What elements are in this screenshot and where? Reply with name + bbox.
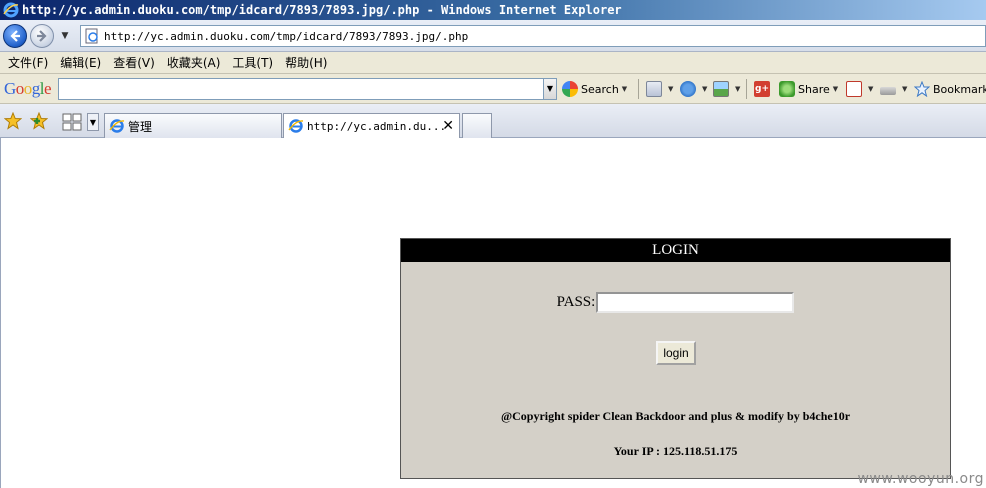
internet-explorer-icon: [288, 119, 304, 133]
recent-pages-dropdown[interactable]: ▼: [58, 29, 72, 43]
menu-file[interactable]: 文件(F): [4, 53, 56, 73]
favorites-star-icon[interactable]: [4, 112, 22, 130]
page-info-button[interactable]: ▼: [646, 80, 673, 98]
page-icon: [85, 28, 98, 44]
picture-icon: [713, 81, 729, 97]
menu-favorites[interactable]: 收藏夹(A): [163, 53, 229, 73]
tab-list-dropdown[interactable]: ▼: [87, 113, 99, 131]
chevron-down-icon: ▼: [902, 85, 908, 93]
new-tab-button[interactable]: [462, 113, 492, 138]
bookmarks-button[interactable]: Bookmarks: [914, 80, 986, 98]
toolbar-divider: [746, 79, 747, 99]
quick-tabs-icon[interactable]: [62, 113, 82, 131]
login-panel: LOGIN PASS: login @Copyright spider Clea…: [400, 238, 951, 479]
tab-current-page[interactable]: http://yc.admin.du... ✕: [283, 113, 460, 138]
menu-tools[interactable]: 工具(T): [228, 53, 281, 73]
menu-edit[interactable]: 编辑(E): [56, 53, 109, 73]
more-button[interactable]: ▼: [880, 80, 907, 98]
chevron-down-icon: ▼: [868, 85, 874, 93]
google-g-icon: [562, 81, 578, 97]
google-plus-button[interactable]: g+: [754, 80, 773, 98]
copyright-text: @Copyright spider Clean Backdoor and plu…: [500, 409, 851, 423]
back-button[interactable]: [3, 24, 27, 48]
google-logo: Google: [4, 79, 52, 98]
tab-bar: ▼ 管理 http://yc.admin.du... ✕: [0, 104, 986, 138]
google-search-button[interactable]: Search ▼: [562, 80, 627, 98]
google-search-dropdown[interactable]: ▼: [543, 78, 557, 100]
address-box[interactable]: [80, 25, 986, 47]
pass-row: PASS:: [401, 292, 950, 313]
forward-button[interactable]: [30, 24, 54, 48]
google-plus-icon: g+: [754, 81, 770, 97]
add-favorites-icon[interactable]: [30, 112, 48, 130]
navigation-bar: ▼: [0, 20, 986, 52]
login-header: LOGIN: [401, 239, 950, 262]
password-input[interactable]: [596, 292, 795, 313]
translate-icon: [846, 81, 862, 97]
close-tab-icon[interactable]: ✕: [442, 118, 454, 134]
bookmarks-label: Bookmarks: [933, 82, 986, 96]
internet-explorer-icon: [109, 119, 125, 133]
share-button[interactable]: Share ▼: [779, 80, 838, 98]
google-search-box[interactable]: [58, 78, 544, 100]
plus-shape-icon: [680, 81, 696, 97]
page-info-icon: [646, 81, 662, 97]
share-icon: [779, 81, 795, 97]
chevron-down-icon: ▼: [668, 85, 674, 93]
menu-bar: 文件(F) 编辑(E) 查看(V) 收藏夹(A) 工具(T) 帮助(H): [0, 52, 986, 74]
more-options-icon: [880, 87, 896, 95]
address-input[interactable]: [104, 27, 985, 45]
ip-address-text: Your IP : 125.118.51.175: [613, 444, 738, 458]
tab-label: 管理: [128, 119, 153, 134]
toolbar-divider: [638, 79, 639, 99]
menu-view[interactable]: 查看(V): [109, 53, 163, 73]
window-title-bar: http://yc.admin.duoku.com/tmp/idcard/789…: [0, 0, 986, 20]
chevron-down-icon: ▼: [832, 85, 839, 93]
google-search-input[interactable]: [59, 79, 543, 99]
star-outline-icon: [914, 81, 930, 97]
bookmarks-plus-button[interactable]: ▼: [680, 80, 707, 98]
login-button[interactable]: login: [656, 341, 696, 365]
arrow-left-icon: [10, 30, 20, 42]
page-content: LOGIN PASS: login @Copyright spider Clea…: [0, 138, 986, 488]
tab-manage[interactable]: 管理: [104, 113, 282, 138]
translate-button[interactable]: ▼: [846, 80, 873, 98]
image-button[interactable]: ▼: [713, 80, 740, 98]
internet-explorer-icon: [3, 2, 19, 18]
share-label: Share: [798, 82, 830, 96]
chevron-down-icon: ▼: [702, 85, 708, 93]
arrow-right-icon: [37, 30, 47, 42]
google-toolbar: Google ▼ Search ▼ ▼ ▼ ▼ g+ Share ▼ ▼ ▼ B…: [0, 74, 986, 104]
google-search-label: Search: [581, 82, 619, 96]
watermark: www.wooyun.org: [857, 471, 984, 487]
window-title: http://yc.admin.duoku.com/tmp/idcard/789…: [22, 3, 622, 17]
tab-label: http://yc.admin.du...: [307, 119, 447, 133]
menu-help[interactable]: 帮助(H): [281, 53, 335, 73]
pass-label: PASS:: [556, 294, 596, 310]
chevron-down-icon: ▼: [735, 85, 741, 93]
chevron-down-icon: ▼: [621, 85, 628, 93]
